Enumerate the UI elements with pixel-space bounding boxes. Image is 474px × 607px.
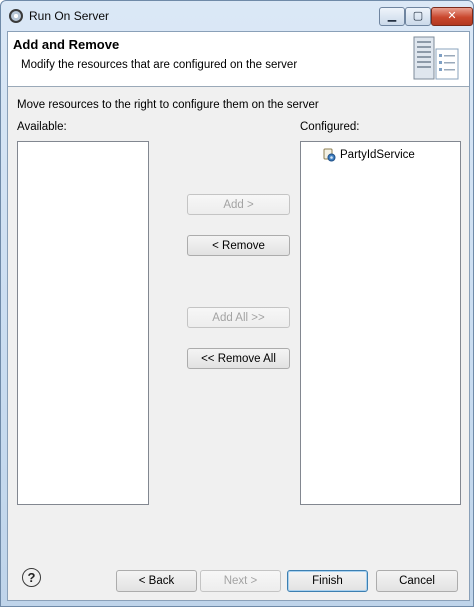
run-on-server-dialog: Run On Server ▁ ▢ ✕ Add and Remove Modif… bbox=[0, 0, 474, 607]
window-title: Run On Server bbox=[29, 9, 110, 23]
page-title: Add and Remove bbox=[13, 37, 120, 52]
service-module-icon bbox=[323, 148, 336, 162]
next-button[interactable]: Next > bbox=[200, 570, 281, 592]
cancel-button[interactable]: Cancel bbox=[376, 570, 458, 592]
eclipse-app-icon bbox=[9, 9, 23, 23]
configured-item-partyidservice[interactable]: PartyIdService bbox=[323, 148, 415, 162]
add-button[interactable]: Add > bbox=[187, 194, 290, 215]
close-icon: ✕ bbox=[447, 10, 457, 22]
add-remove-body: Move resources to the right to configure… bbox=[8, 87, 469, 552]
close-button[interactable]: ✕ bbox=[431, 7, 473, 26]
server-icon bbox=[413, 36, 459, 80]
title-bar[interactable]: Run On Server ▁ ▢ ✕ bbox=[1, 1, 473, 31]
available-label: Available: bbox=[17, 121, 67, 133]
maximize-icon: ▢ bbox=[412, 10, 424, 22]
dialog-client-area: Add and Remove Modify the resources that… bbox=[7, 31, 470, 601]
minimize-button[interactable]: ▁ bbox=[379, 7, 405, 26]
wizard-footer: ? < Back Next > Finish Cancel bbox=[8, 552, 469, 600]
finish-button[interactable]: Finish bbox=[287, 570, 368, 592]
available-list[interactable] bbox=[17, 141, 149, 505]
remove-button[interactable]: < Remove bbox=[187, 235, 290, 256]
wizard-banner: Add and Remove Modify the resources that… bbox=[8, 32, 469, 86]
help-icon[interactable]: ? bbox=[22, 568, 41, 587]
minimize-icon: ▁ bbox=[387, 10, 397, 22]
remove-all-button[interactable]: << Remove All bbox=[187, 348, 290, 369]
configured-label: Configured: bbox=[300, 121, 360, 133]
page-description: Modify the resources that are configured… bbox=[21, 59, 298, 71]
add-all-button[interactable]: Add All >> bbox=[187, 307, 290, 328]
back-button[interactable]: < Back bbox=[116, 570, 197, 592]
maximize-button[interactable]: ▢ bbox=[405, 7, 431, 26]
instruction-text: Move resources to the right to configure… bbox=[17, 99, 319, 111]
configured-item-label: PartyIdService bbox=[340, 149, 415, 161]
configured-list[interactable]: PartyIdService bbox=[300, 141, 461, 505]
